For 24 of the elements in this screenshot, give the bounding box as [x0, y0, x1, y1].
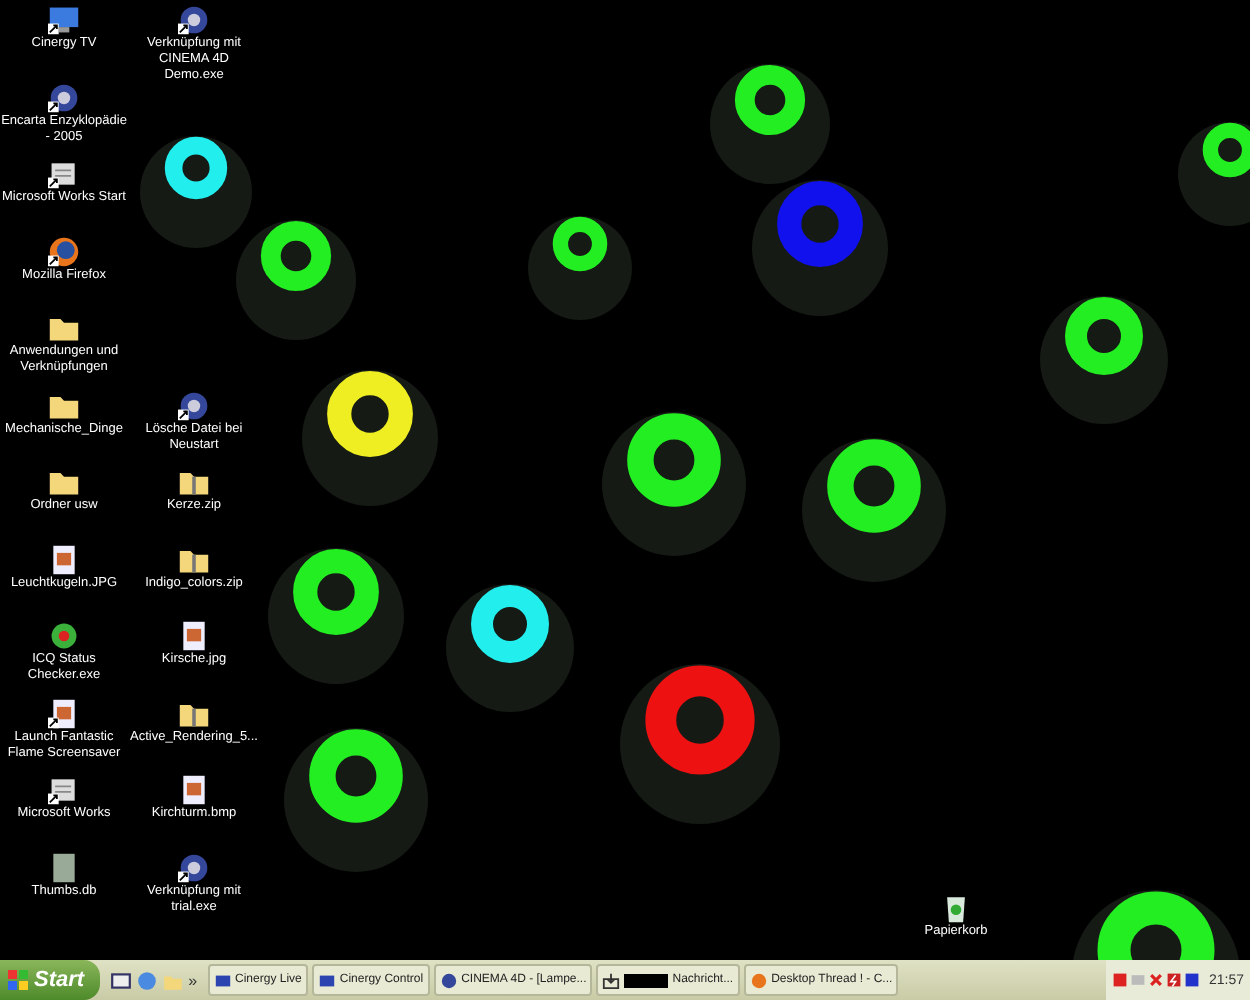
redaction-bar [624, 973, 669, 987]
glowing-sphere-drawing [284, 728, 428, 872]
glowing-sphere-drawing [528, 216, 632, 320]
inbox-icon [602, 971, 621, 989]
glowing-sphere-drawing [802, 438, 946, 582]
glowing-sphere-drawing [268, 548, 404, 684]
glowing-sphere-drawing [1178, 122, 1250, 226]
glowing-sphere-drawing [602, 412, 746, 556]
glowing-sphere-drawing [752, 180, 888, 316]
desktop-icon[interactable] [110, 969, 133, 991]
window-icon [213, 971, 232, 989]
glowing-sphere-drawing [140, 136, 252, 248]
glowing-sphere-drawing [710, 64, 830, 184]
glowing-sphere-drawing [302, 370, 438, 506]
flash-icon[interactable] [1166, 972, 1183, 988]
browser-icon [749, 971, 768, 989]
close-icon[interactable] [1148, 972, 1165, 988]
glowing-sphere-drawing [446, 584, 574, 712]
program-icon [439, 971, 458, 989]
more-button[interactable]: » [188, 971, 198, 989]
window-icon [317, 971, 336, 989]
glowing-sphere-drawing [236, 220, 356, 340]
windows-logo-icon [8, 970, 28, 990]
glowing-sphere-drawing [1040, 296, 1168, 424]
